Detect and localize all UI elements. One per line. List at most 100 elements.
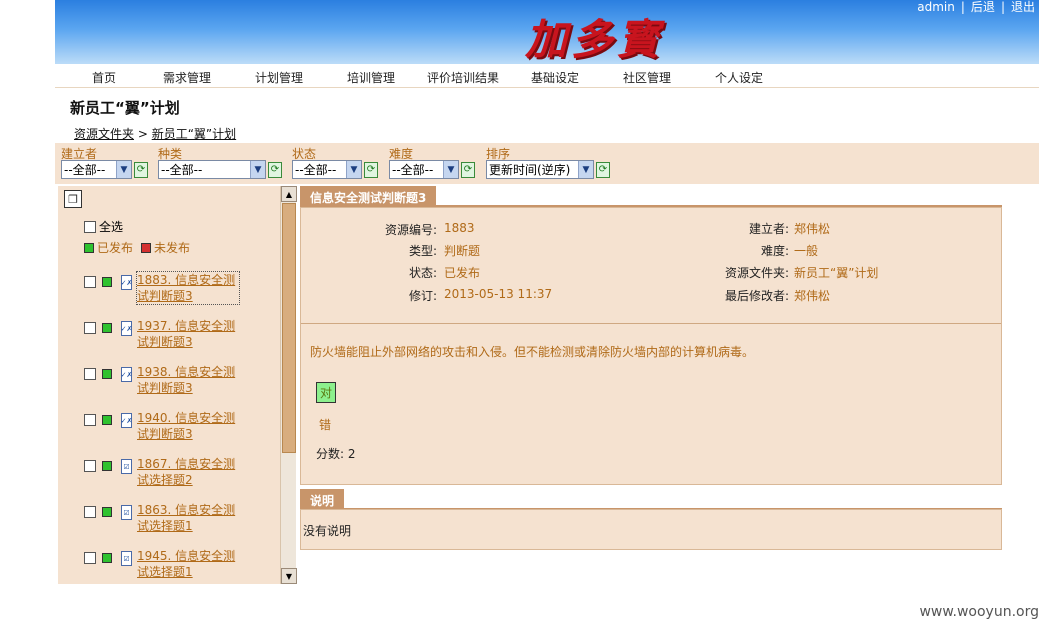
item-checkbox[interactable] (84, 276, 96, 288)
filter-label: 种类 (158, 147, 183, 161)
legend-unpublished: 未发布 (154, 241, 191, 255)
chevron-down-icon: ▼ (250, 161, 265, 178)
published-square-icon (102, 323, 112, 333)
creator-select[interactable]: --全部-- ▼ (61, 160, 132, 179)
logout-link[interactable]: 退出 (1011, 0, 1035, 14)
item-link[interactable]: 1940. 信息安全测试判断题3 (137, 410, 239, 442)
nav-evaluation[interactable]: 评价培训结果 (427, 69, 499, 86)
item-checkbox[interactable] (84, 322, 96, 334)
item-checkbox[interactable] (84, 460, 96, 472)
breadcrumb-current[interactable]: 新员工“翼”计划 (152, 127, 236, 141)
field-label: 资源编号: (384, 223, 437, 237)
item-checkbox[interactable] (84, 414, 96, 426)
nav-community[interactable]: 社区管理 (623, 69, 671, 86)
scroll-thumb[interactable] (282, 203, 296, 453)
notes-tab: 说明 (300, 489, 345, 509)
filter-label: 状态 (292, 147, 317, 161)
filter-sort: 排序 更新时间(逆序) ▼ ⟳ (486, 145, 610, 179)
judge-doc-icon: ✓✗ (121, 321, 132, 336)
item-link[interactable]: 1867. 信息安全测试选择题2 (137, 456, 239, 488)
divider (301, 323, 1001, 324)
published-square-icon (102, 507, 112, 517)
resource-list-panel: ❐ 全选 已发布 未发布 ✓✗ 1883. 信息安全测试判断题3 ✓✗ 1937… (58, 186, 280, 584)
last-modifier-value: 郑伟松 (794, 289, 831, 303)
nav-plans[interactable]: 计划管理 (255, 69, 303, 86)
nav-basic-settings[interactable]: 基础设定 (531, 69, 579, 86)
choice-doc-icon: ☑ (121, 459, 132, 474)
published-square-icon (102, 553, 112, 563)
item-checkbox[interactable] (84, 506, 96, 518)
published-square-icon (102, 461, 112, 471)
resource-detail: 资源编号: 1883 类型: 判断题 状态: 已发布 修订: 2013-05-1… (300, 207, 1002, 485)
header-banner: 加多寳 admin | 后退 | 退出 (55, 0, 1039, 64)
scroll-down-icon[interactable]: ▼ (281, 568, 297, 584)
list-scrollbar[interactable]: ▲ ▼ (280, 186, 297, 584)
creator-value: 郑伟松 (794, 222, 831, 236)
list-item: ✓✗ 1937. 信息安全测试判断题3 (84, 318, 239, 350)
option-wrong: 错 (319, 418, 332, 432)
breadcrumb-root[interactable]: 资源文件夹 (74, 127, 134, 141)
item-checkbox[interactable] (84, 552, 96, 564)
detail-tab: 信息安全测试判断题3 (300, 186, 437, 206)
field-label: 建立者: (748, 222, 789, 236)
sort-select[interactable]: 更新时间(逆序) ▼ (486, 160, 594, 179)
chevron-down-icon: ▼ (116, 161, 131, 178)
judge-doc-icon: ✓✗ (121, 275, 132, 290)
published-square-icon (102, 277, 112, 287)
back-link[interactable]: 后退 (971, 0, 995, 14)
filter-difficulty: 难度 --全部-- ▼ ⟳ (389, 145, 475, 179)
filter-label: 排序 (486, 147, 511, 161)
select-all-checkbox[interactable] (84, 220, 96, 233)
refresh-icon[interactable]: ⟳ (268, 161, 282, 178)
resource-id: 1883 (444, 221, 475, 235)
legend-published: 已发布 (97, 241, 134, 255)
nav-training[interactable]: 培训管理 (347, 69, 395, 86)
main-nav: 首页 需求管理 计划管理 培训管理 评价培训结果 基础设定 社区管理 个人设定 (55, 64, 1039, 88)
notes-text: 没有说明 (303, 524, 352, 538)
list-item: ✓✗ 1940. 信息安全测试判断题3 (84, 410, 239, 442)
refresh-icon[interactable]: ⟳ (461, 161, 475, 178)
refresh-icon[interactable]: ⟳ (134, 161, 148, 178)
field-label: 资源文件夹: (724, 266, 789, 280)
field-label: 修订: (408, 289, 437, 303)
list-item: ☑ 1863. 信息安全测试选择题1 (84, 502, 239, 534)
nav-personal-settings[interactable]: 个人设定 (715, 69, 763, 86)
item-link[interactable]: 1938. 信息安全测试判断题3 (137, 364, 239, 396)
refresh-icon[interactable]: ⟳ (596, 161, 610, 178)
item-link[interactable]: 1883. 信息安全测试判断题3 (136, 271, 240, 305)
filter-label: 难度 (389, 147, 414, 161)
field-label: 状态: (408, 266, 437, 280)
resource-status: 已发布 (444, 266, 481, 280)
brand-logo: 加多寳 (525, 15, 664, 64)
item-link[interactable]: 1937. 信息安全测试判断题3 (137, 318, 239, 350)
folder-value: 新员工“翼”计划 (794, 266, 879, 280)
difficulty-select[interactable]: --全部-- ▼ (389, 160, 459, 179)
breadcrumb-separator: > (134, 127, 152, 141)
breadcrumb: 资源文件夹 > 新员工“翼”计划 (74, 125, 236, 142)
status-select[interactable]: --全部-- ▼ (292, 160, 362, 179)
scroll-up-icon[interactable]: ▲ (281, 186, 297, 202)
refresh-icon[interactable]: ⟳ (364, 161, 378, 178)
item-checkbox[interactable] (84, 368, 96, 380)
item-link[interactable]: 1863. 信息安全测试选择题1 (137, 502, 239, 534)
field-label: 难度: (760, 244, 789, 258)
type-select[interactable]: --全部-- ▼ (158, 160, 266, 179)
field-label: 类型: (408, 244, 437, 258)
list-item: ☑ 1867. 信息安全测试选择题2 (84, 456, 239, 488)
page-title: 新员工“翼”计划 (70, 99, 180, 117)
item-link[interactable]: 1945. 信息安全测试选择题1 (137, 548, 239, 580)
select-all[interactable]: 全选 (84, 218, 123, 235)
nav-requirements[interactable]: 需求管理 (163, 69, 211, 86)
filter-label: 建立者 (61, 147, 98, 161)
user-link[interactable]: admin (917, 0, 955, 14)
list-item: ☑ 1945. 信息安全测试选择题1 (84, 548, 239, 580)
select-all-label: 全选 (99, 220, 124, 234)
judge-doc-icon: ✓✗ (121, 413, 132, 428)
copy-icon[interactable]: ❐ (64, 190, 82, 208)
nav-home[interactable]: 首页 (92, 69, 116, 86)
published-square-icon (102, 369, 112, 379)
filter-bar: 建立者 --全部-- ▼ ⟳ 种类 --全部-- ▼ ⟳ 状态 --全部-- ▼ ⟳ … (55, 143, 1039, 184)
field-label: 最后修改者: (724, 289, 789, 303)
chevron-down-icon: ▼ (346, 161, 361, 178)
top-links: admin | 后退 | 退出 (917, 0, 1035, 14)
